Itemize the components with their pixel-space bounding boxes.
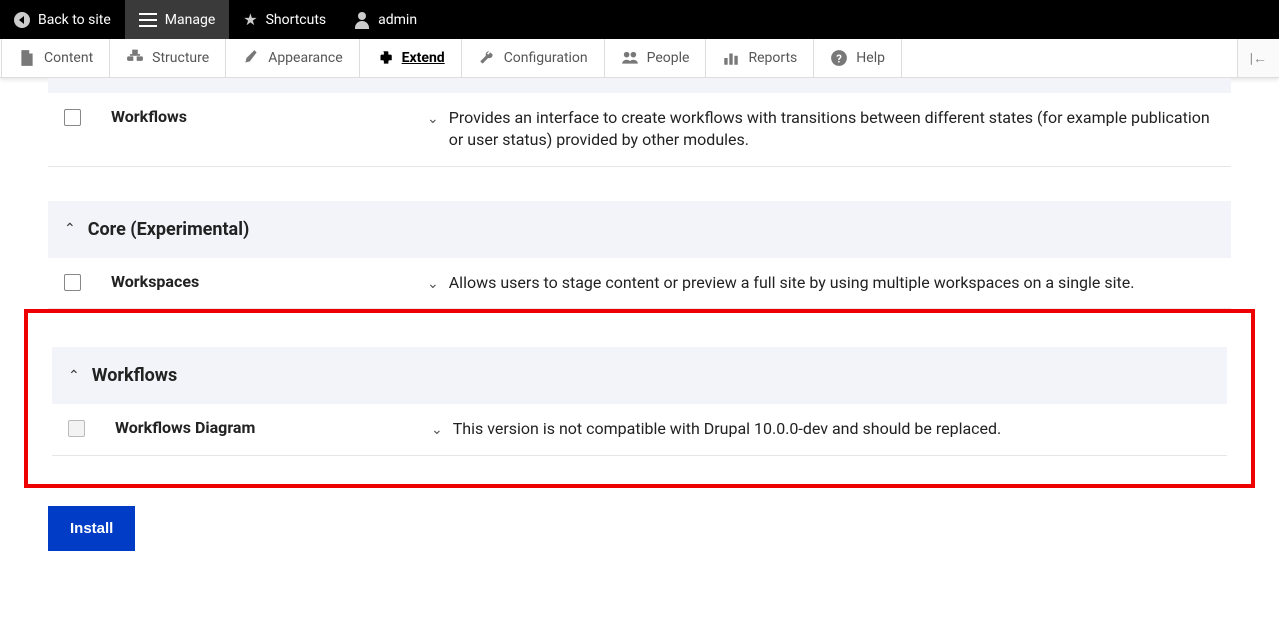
menu-configuration-label: Configuration	[504, 50, 588, 66]
user-icon	[354, 12, 370, 28]
appearance-icon	[242, 49, 260, 67]
menu-people-label: People	[647, 50, 690, 66]
user-label: admin	[378, 12, 417, 28]
back-to-site-button[interactable]: Back to site	[0, 0, 125, 39]
hamburger-icon	[139, 13, 157, 27]
menu-help[interactable]: ? Help	[814, 39, 902, 77]
menu-structure-label: Structure	[152, 50, 209, 66]
menu-content[interactable]: Content	[1, 39, 110, 77]
module-desc-workspaces: Allows users to stage content or preview…	[449, 272, 1135, 294]
checkbox-workflows-diagram	[68, 420, 85, 437]
section-title-core-experimental: Core (Experimental)	[88, 219, 250, 240]
back-icon	[14, 12, 30, 28]
menu-extend[interactable]: Extend	[360, 39, 462, 77]
menu-configuration[interactable]: Configuration	[462, 39, 605, 77]
manage-button[interactable]: Manage	[125, 0, 229, 39]
star-icon: ★	[243, 10, 257, 29]
section-header-workflows[interactable]: ⌃ Workflows	[52, 347, 1227, 404]
extend-icon	[376, 49, 394, 67]
svg-text:?: ?	[836, 53, 842, 66]
collapse-icon: |←	[1250, 50, 1267, 67]
module-desc-workflows-diagram: This version is not compatible with Drup…	[453, 418, 1002, 440]
shortcuts-label: Shortcuts	[266, 12, 327, 28]
back-label: Back to site	[38, 12, 111, 28]
reports-icon	[722, 49, 740, 67]
manage-label: Manage	[165, 12, 215, 28]
chevron-down-icon[interactable]: ⌄	[431, 422, 443, 438]
content-icon	[18, 49, 36, 67]
admin-menu: Content Structure Appearance Extend Conf…	[0, 39, 1279, 78]
chevron-up-icon: ⌃	[68, 368, 80, 384]
section-title-workflows: Workflows	[92, 365, 178, 386]
configuration-icon	[478, 49, 496, 67]
module-name-workflows-diagram: Workflows Diagram	[115, 418, 415, 437]
menu-appearance-label: Appearance	[268, 50, 342, 66]
section-header-core-experimental[interactable]: ⌃ Core (Experimental)	[48, 201, 1231, 258]
menu-people[interactable]: People	[605, 39, 707, 77]
top-toolbar: Back to site Manage ★ Shortcuts admin	[0, 0, 1279, 39]
module-desc-workflows: Provides an interface to create workflow…	[449, 107, 1215, 152]
structure-icon	[126, 49, 144, 67]
prior-section-header-slice	[48, 78, 1231, 93]
menu-appearance[interactable]: Appearance	[226, 39, 359, 77]
menu-reports-label: Reports	[748, 50, 797, 66]
module-name-workspaces: Workspaces	[111, 272, 411, 291]
menu-content-label: Content	[44, 50, 93, 66]
menu-reports[interactable]: Reports	[706, 39, 814, 77]
people-icon	[621, 49, 639, 67]
highlight-box: ⌃ Workflows Workflows Diagram ⌄ This ver…	[24, 309, 1255, 487]
menu-extend-label: Extend	[402, 50, 445, 66]
module-row-workflows-diagram: Workflows Diagram ⌄ This version is not …	[52, 404, 1227, 455]
module-name-workflows: Workflows	[111, 107, 411, 126]
module-row-workflows: Workflows ⌄ Provides an interface to cre…	[48, 93, 1231, 167]
collapse-button[interactable]: |←	[1237, 39, 1279, 77]
shortcuts-button[interactable]: ★ Shortcuts	[229, 0, 340, 39]
help-icon: ?	[830, 49, 848, 67]
user-menu-button[interactable]: admin	[340, 0, 431, 39]
module-row-workspaces: Workspaces ⌄ Allows users to stage conte…	[48, 258, 1231, 309]
content-area: Workflows ⌄ Provides an interface to cre…	[0, 78, 1279, 591]
install-button[interactable]: Install	[48, 506, 135, 551]
chevron-up-icon: ⌃	[64, 221, 76, 237]
chevron-down-icon[interactable]: ⌄	[427, 276, 439, 292]
menu-help-label: Help	[856, 50, 885, 66]
menu-structure[interactable]: Structure	[110, 39, 226, 77]
chevron-down-icon[interactable]: ⌄	[427, 111, 439, 127]
checkbox-workspaces[interactable]	[64, 274, 81, 291]
checkbox-workflows[interactable]	[64, 109, 81, 126]
